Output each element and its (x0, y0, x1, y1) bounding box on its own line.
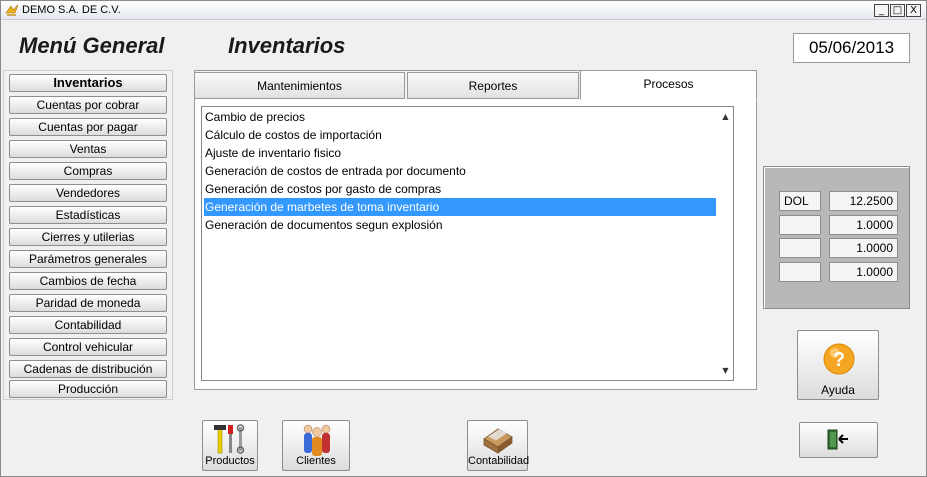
currency-code: DOL (779, 191, 821, 211)
sidebar-item-cuentas-por-pagar[interactable]: Cuentas por pagar (9, 118, 167, 136)
tab-reportes[interactable]: Reportes (407, 72, 579, 99)
help-button-label: Ayuda (821, 383, 855, 397)
sidebar-item-parametros-generales[interactable]: Parámetros generales (9, 250, 167, 268)
app-logo-icon (5, 4, 19, 16)
close-button[interactable]: X (906, 4, 921, 17)
currency-rate: 12.2500 (829, 191, 898, 211)
list-item[interactable]: Ajuste de inventario fisico (204, 144, 716, 162)
list-item[interactable]: Generación de costos por gasto de compra… (204, 180, 716, 198)
exit-button[interactable] (799, 422, 878, 458)
currency-code (779, 238, 821, 258)
currency-rate: 1.0000 (829, 262, 898, 282)
sidebar-item-cambios-de-fecha[interactable]: Cambios de fecha (9, 272, 167, 290)
exit-door-icon (827, 429, 848, 450)
help-icon: ? (823, 343, 855, 375)
sidebar-item-ventas[interactable]: Ventas (9, 140, 167, 158)
card-file-icon (483, 428, 513, 454)
window-title: DEMO S.A. DE C.V. (22, 4, 121, 16)
sidebar-item-inventarios[interactable]: Inventarios (9, 74, 167, 92)
sidebar-item-estadisticas[interactable]: Estadísticas (9, 206, 167, 224)
productos-button-label: Productos (205, 455, 255, 467)
currency-rate: 1.0000 (829, 215, 898, 235)
scroll-up-arrow-icon[interactable]: ▲ (718, 109, 733, 124)
sidebar-item-paridad-de-moneda[interactable]: Paridad de moneda (9, 294, 167, 312)
scroll-down-arrow-icon[interactable]: ▼ (718, 363, 733, 378)
currency-panel: DOL 12.2500 1.0000 1.0000 1.0000 (763, 166, 910, 309)
list-item-selected[interactable]: Generación de marbetes de toma inventari… (204, 198, 716, 216)
minimize-button[interactable]: _ (874, 4, 889, 17)
title-bar[interactable]: DEMO S.A. DE C.V. _ □ X (1, 1, 926, 20)
list-item[interactable]: Cambio de precios (204, 108, 716, 126)
date-display: 05/06/2013 (793, 33, 910, 63)
svg-text:?: ? (833, 349, 845, 371)
tab-procesos[interactable]: Procesos (580, 70, 757, 100)
contabilidad-button-label: Contabilidad (468, 455, 530, 467)
sidebar-item-contabilidad[interactable]: Contabilidad (9, 316, 167, 334)
help-button[interactable]: ? Ayuda (797, 330, 879, 400)
sidebar-item-cuentas-por-cobrar[interactable]: Cuentas por cobrar (9, 96, 167, 114)
menu-title: Menú General (19, 33, 165, 58)
currency-code (779, 262, 821, 282)
people-icon (303, 424, 331, 456)
sidebar-item-vendedores[interactable]: Vendedores (9, 184, 167, 202)
maximize-button[interactable]: □ (890, 4, 905, 17)
process-list[interactable]: Cambio de precios Cálculo de costos de i… (201, 106, 734, 381)
sidebar-item-produccion[interactable]: Producción (9, 380, 167, 398)
sidebar-item-compras[interactable]: Compras (9, 162, 167, 180)
currency-code (779, 215, 821, 235)
clientes-button[interactable]: Clientes (282, 420, 350, 471)
section-title: Inventarios (228, 33, 346, 58)
sidebar-item-control-vehicular[interactable]: Control vehicular (9, 338, 167, 356)
sidebar-menu: Inventarios Cuentas por cobrar Cuentas p… (3, 70, 173, 400)
contabilidad-button[interactable]: Contabilidad (467, 420, 530, 471)
main-window: DEMO S.A. DE C.V. _ □ X Menú General Inv… (0, 0, 927, 477)
clientes-button-label: Clientes (296, 455, 336, 467)
tools-icon (214, 424, 245, 454)
tab-mantenimientos[interactable]: Mantenimientos (194, 72, 405, 99)
sidebar-item-cadenas-de-distribucion[interactable]: Cadenas de distribución (9, 360, 167, 378)
sidebar-item-cierres-y-utilerias[interactable]: Cierres y utilerias (9, 228, 167, 246)
list-item[interactable]: Cálculo de costos de importación (204, 126, 716, 144)
window-controls: _ □ X (874, 4, 921, 17)
list-item[interactable]: Generación de documentos segun explosión (204, 216, 716, 234)
list-item[interactable]: Generación de costos de entrada por docu… (204, 162, 716, 180)
productos-button[interactable]: Productos (202, 420, 258, 471)
currency-rate: 1.0000 (829, 238, 898, 258)
